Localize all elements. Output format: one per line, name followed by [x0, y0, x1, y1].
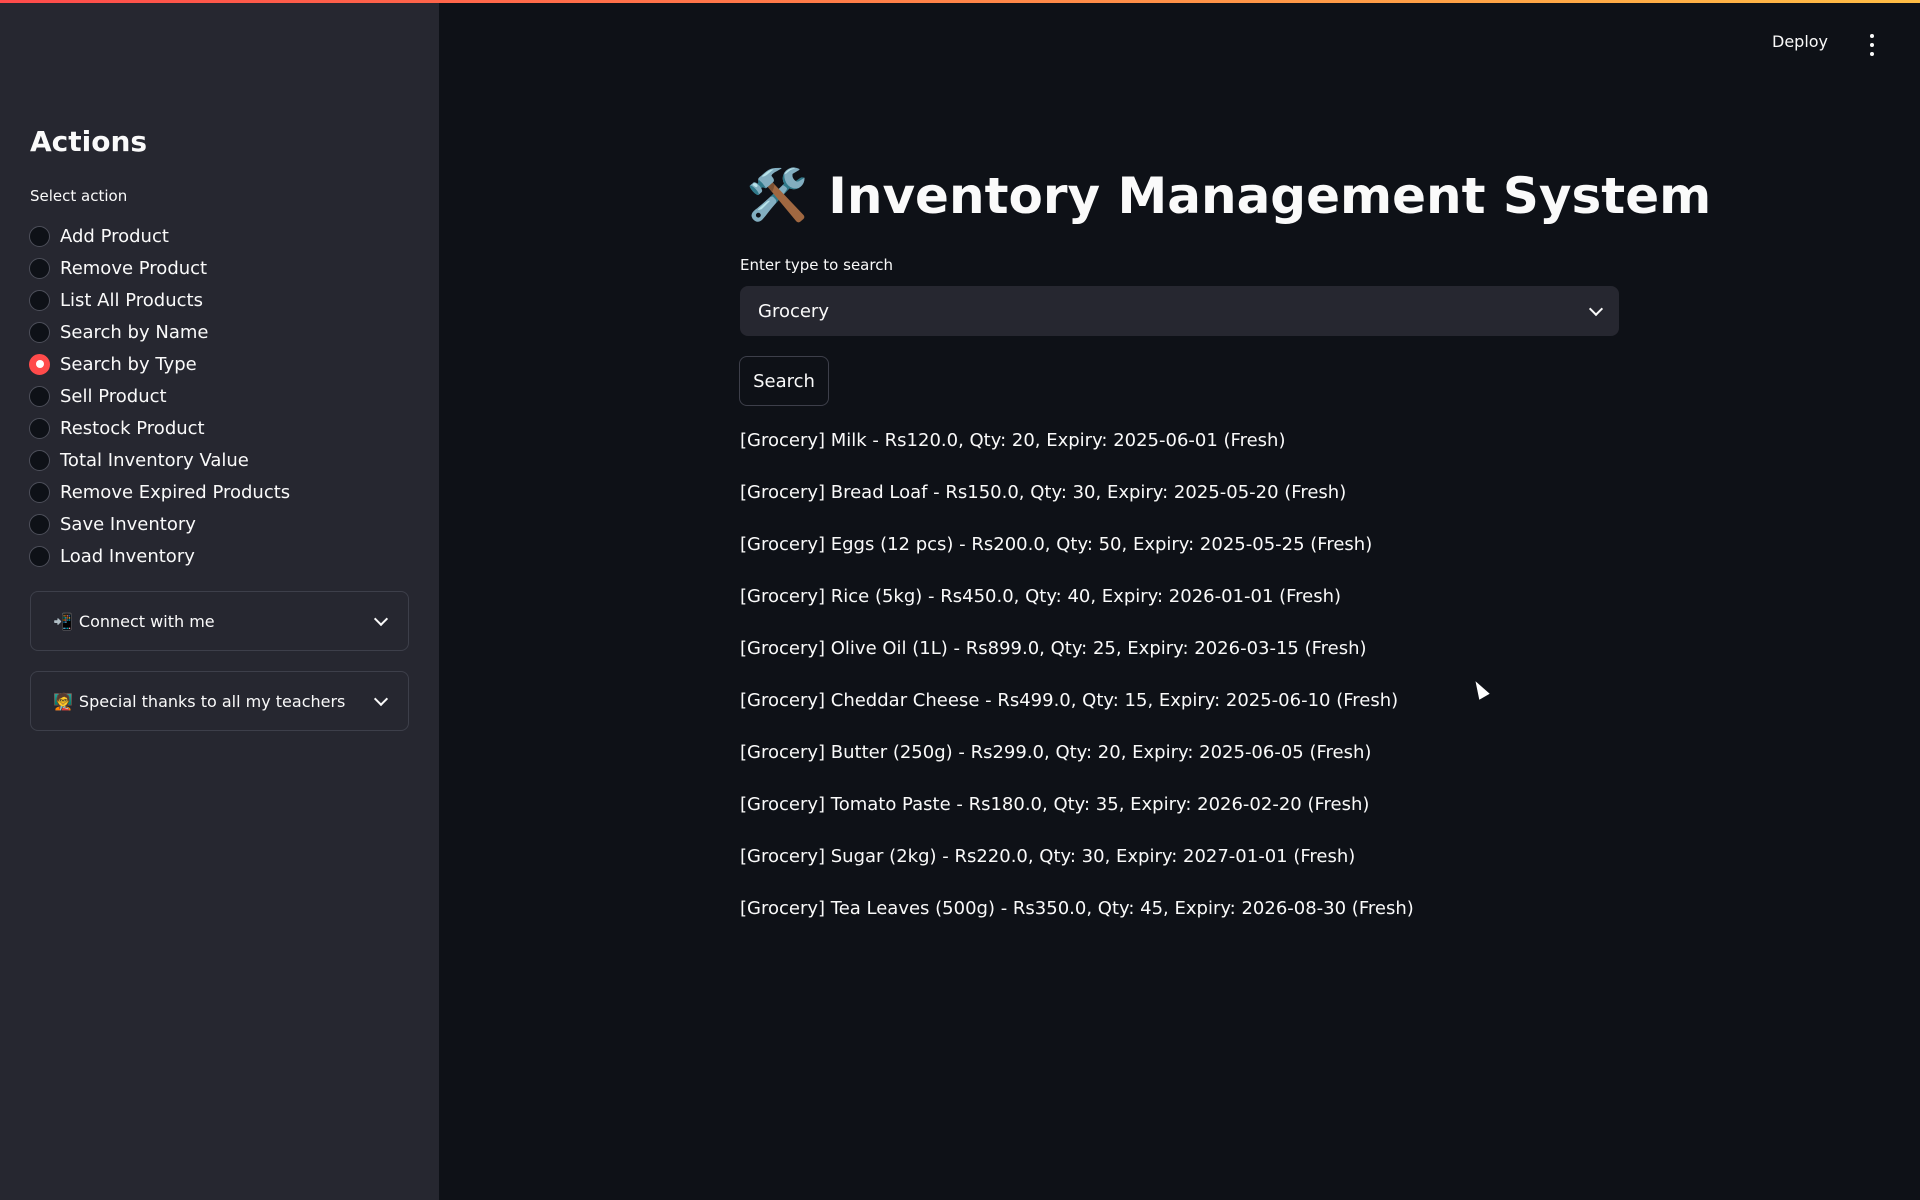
radio-group-label: Select action: [30, 187, 128, 205]
result-item: [Grocery] Tomato Paste - Rs180.0, Qty: 3…: [740, 794, 1370, 815]
result-item: [Grocery] Eggs (12 pcs) - Rs200.0, Qty: …: [740, 534, 1373, 555]
radio-dot-icon: [29, 289, 50, 311]
radio-dot-icon: [29, 385, 50, 407]
radio-dot-icon: [29, 225, 50, 247]
radio-option[interactable]: Load Inventory: [29, 540, 290, 572]
radio-option-label: Remove Expired Products: [60, 481, 291, 503]
mouse-cursor-icon: [1470, 678, 1490, 700]
radio-dot-icon: [29, 257, 50, 279]
radio-option[interactable]: Remove Expired Products: [29, 476, 290, 508]
connect-expander-label: Connect with me: [78, 611, 215, 631]
chevron-down-icon: [373, 691, 389, 706]
radio-option-label: Remove Product: [60, 257, 208, 279]
type-select[interactable]: Grocery: [740, 286, 1619, 336]
radio-option-label: Total Inventory Value: [60, 449, 249, 471]
type-select-value: Grocery: [758, 300, 829, 322]
radio-option-label: Load Inventory: [60, 545, 195, 567]
action-radio-group: Add Product Remove Product List All Produc…: [29, 220, 290, 572]
chevron-down-icon: [373, 611, 389, 626]
deploy-button[interactable]: Deploy: [1772, 32, 1828, 51]
main-menu-icon[interactable]: [1864, 34, 1880, 56]
radio-option-label: List All Products: [60, 289, 203, 311]
radio-option[interactable]: List All Products: [29, 284, 290, 316]
result-item: [Grocery] Cheddar Cheese - Rs499.0, Qty:…: [740, 690, 1399, 711]
result-item: [Grocery] Milk - Rs120.0, Qty: 20, Expir…: [740, 430, 1286, 451]
radio-option[interactable]: Sell Product: [29, 380, 290, 412]
tools-icon: 🛠️: [746, 166, 809, 224]
teachers-expander-label: Special thanks to all my teachers: [78, 691, 346, 711]
radio-option-label: Add Product: [60, 225, 169, 247]
result-item: [Grocery] Tea Leaves (500g) - Rs350.0, Q…: [740, 898, 1414, 919]
radio-dot-icon: [29, 481, 50, 503]
sidebar-heading: Actions: [30, 125, 148, 158]
radio-option[interactable]: Add Product: [29, 220, 290, 252]
search-button[interactable]: Search: [739, 356, 829, 406]
radio-option[interactable]: Save Inventory: [29, 508, 290, 540]
radio-dot-icon: [29, 449, 50, 471]
radio-option-label: Search by Type: [60, 353, 197, 375]
radio-dot-icon: [29, 353, 50, 375]
teacher-icon: 🧑‍🏫: [53, 691, 73, 711]
result-item: [Grocery] Rice (5kg) - Rs450.0, Qty: 40,…: [740, 586, 1342, 607]
radio-option[interactable]: Search by Name: [29, 316, 290, 348]
result-item: [Grocery] Butter (250g) - Rs299.0, Qty: …: [740, 742, 1372, 763]
radio-dot-icon: [29, 513, 50, 535]
radio-option-label: Sell Product: [60, 385, 167, 407]
radio-dot-icon: [29, 417, 50, 439]
radio-option-label: Save Inventory: [60, 513, 196, 535]
radio-option[interactable]: Total Inventory Value: [29, 444, 290, 476]
result-item: [Grocery] Olive Oil (1L) - Rs899.0, Qty:…: [740, 638, 1367, 659]
chevron-down-icon: [1588, 301, 1604, 316]
result-item: [Grocery] Bread Loaf - Rs150.0, Qty: 30,…: [740, 482, 1347, 503]
connect-expander[interactable]: 📲 Connect with me: [30, 591, 409, 651]
radio-option-label: Search by Name: [60, 321, 209, 343]
sidebar: Actions Select action Add Product Remove …: [0, 3, 439, 1200]
page-title-text: Inventory Management System: [828, 166, 1712, 225]
radio-option[interactable]: Search by Type: [29, 348, 290, 380]
type-select-label: Enter type to search: [740, 256, 893, 274]
phone-icon: 📲: [53, 611, 73, 631]
radio-dot-icon: [29, 545, 50, 567]
results-list: [Grocery] Milk - Rs120.0, Qty: 20, Expir…: [740, 430, 1414, 950]
radio-option[interactable]: Restock Product: [29, 412, 290, 444]
result-item: [Grocery] Sugar (2kg) - Rs220.0, Qty: 30…: [740, 846, 1356, 867]
radio-dot-icon: [29, 321, 50, 343]
radio-option-label: Restock Product: [60, 417, 205, 439]
teachers-expander[interactable]: 🧑‍🏫 Special thanks to all my teachers: [30, 671, 409, 731]
radio-option[interactable]: Remove Product: [29, 252, 290, 284]
page-title: 🛠️ Inventory Management System: [746, 166, 1711, 225]
